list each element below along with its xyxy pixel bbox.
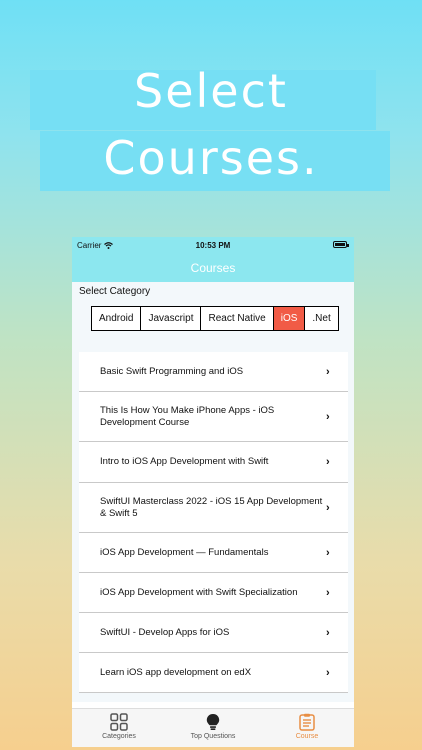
course-title: Learn iOS app development on edX bbox=[100, 666, 252, 678]
segment-javascript[interactable]: Javascript bbox=[141, 307, 202, 330]
course-list: Basic Swift Programming and iOS › This I… bbox=[79, 352, 348, 693]
tab-label: Top Questions bbox=[190, 733, 236, 740]
lightbulb-icon bbox=[206, 714, 220, 730]
phone-screen: Carrier 10:53 PM Courses Select Category… bbox=[72, 237, 354, 747]
segment-dotnet[interactable]: .Net bbox=[305, 307, 338, 330]
nav-title: Courses bbox=[72, 254, 354, 282]
segment-android[interactable]: Android bbox=[92, 307, 142, 330]
battery-icon bbox=[333, 241, 349, 248]
course-row[interactable]: iOS App Development with Swift Specializ… bbox=[79, 573, 348, 613]
tab-bar: Categories Top Questions Course bbox=[72, 708, 354, 747]
hero-title-line2: Courses. bbox=[103, 131, 319, 185]
hero-title-line1: Select bbox=[134, 64, 288, 118]
course-row[interactable]: iOS App Development — Fundamentals › bbox=[79, 533, 348, 573]
status-bar: Carrier 10:53 PM bbox=[72, 237, 354, 254]
course-title: iOS App Development — Fundamentals bbox=[100, 546, 269, 558]
course-title: This Is How You Make iPhone Apps - iOS D… bbox=[100, 404, 275, 428]
course-title: Basic Swift Programming and iOS bbox=[100, 365, 244, 377]
course-title: iOS App Development with Swift Specializ… bbox=[100, 586, 298, 598]
chevron-right-icon: › bbox=[326, 626, 330, 639]
course-row[interactable]: Intro to iOS App Development with Swift … bbox=[79, 442, 348, 483]
course-row[interactable]: Learn iOS app development on edX › bbox=[79, 653, 348, 693]
course-row[interactable]: SwiftUI Masterclass 2022 - iOS 15 App De… bbox=[79, 483, 348, 533]
course-icon bbox=[299, 713, 315, 731]
course-title: Intro to iOS App Development with Swift bbox=[100, 456, 269, 467]
chevron-right-icon: › bbox=[326, 666, 330, 679]
course-row[interactable]: SwiftUI - Develop Apps for iOS › bbox=[79, 613, 348, 653]
chevron-right-icon: › bbox=[326, 456, 330, 468]
course-title: SwiftUI Masterclass 2022 - iOS 15 App De… bbox=[100, 495, 323, 519]
grid-icon bbox=[110, 713, 128, 731]
tab-label: Course bbox=[295, 733, 319, 740]
chevron-right-icon: › bbox=[326, 586, 330, 599]
tab-categories[interactable]: Categories bbox=[72, 709, 166, 747]
tab-label: Categories bbox=[102, 733, 136, 740]
chevron-right-icon: › bbox=[326, 365, 330, 378]
content-area: Select Category Android Javascript React… bbox=[72, 282, 354, 702]
chevron-right-icon: › bbox=[326, 546, 330, 559]
course-row[interactable]: Basic Swift Programming and iOS › bbox=[79, 352, 348, 392]
chevron-right-icon: › bbox=[326, 501, 330, 514]
clock: 10:53 PM bbox=[195, 241, 231, 250]
category-segmented-control: Android Javascript React Native iOS .Net bbox=[91, 306, 339, 331]
select-category-label: Select Category bbox=[79, 286, 151, 297]
segment-ios[interactable]: iOS bbox=[273, 307, 306, 330]
segment-react-native[interactable]: React Native bbox=[201, 307, 274, 330]
course-title: SwiftUI - Develop Apps for iOS bbox=[100, 626, 230, 638]
course-row[interactable]: This Is How You Make iPhone Apps - iOS D… bbox=[79, 392, 348, 442]
tab-top-questions[interactable]: Top Questions bbox=[166, 709, 260, 747]
tab-course[interactable]: Course bbox=[260, 709, 354, 747]
chevron-right-icon: › bbox=[326, 410, 330, 423]
